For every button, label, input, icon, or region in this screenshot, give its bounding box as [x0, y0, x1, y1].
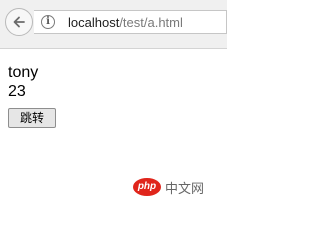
- url-path: /test/a.html: [119, 15, 183, 30]
- jump-button[interactable]: 跳转: [8, 108, 56, 128]
- address-bar[interactable]: i localhost/test/a.html: [34, 10, 227, 34]
- info-icon[interactable]: i: [41, 15, 55, 29]
- page-content: tony 23: [8, 63, 38, 101]
- arrow-left-icon: [13, 16, 25, 28]
- url-text[interactable]: localhost/test/a.html: [68, 15, 183, 31]
- php-logo: php: [133, 178, 161, 196]
- url-host: localhost: [68, 15, 120, 30]
- browser-toolbar: i localhost/test/a.html: [0, 0, 227, 49]
- site-watermark: php 中文网: [133, 176, 204, 198]
- name-text: tony: [8, 64, 39, 81]
- back-button[interactable]: [5, 8, 33, 36]
- age-text: 23: [8, 83, 26, 100]
- watermark-site-text: 中文网: [165, 181, 205, 197]
